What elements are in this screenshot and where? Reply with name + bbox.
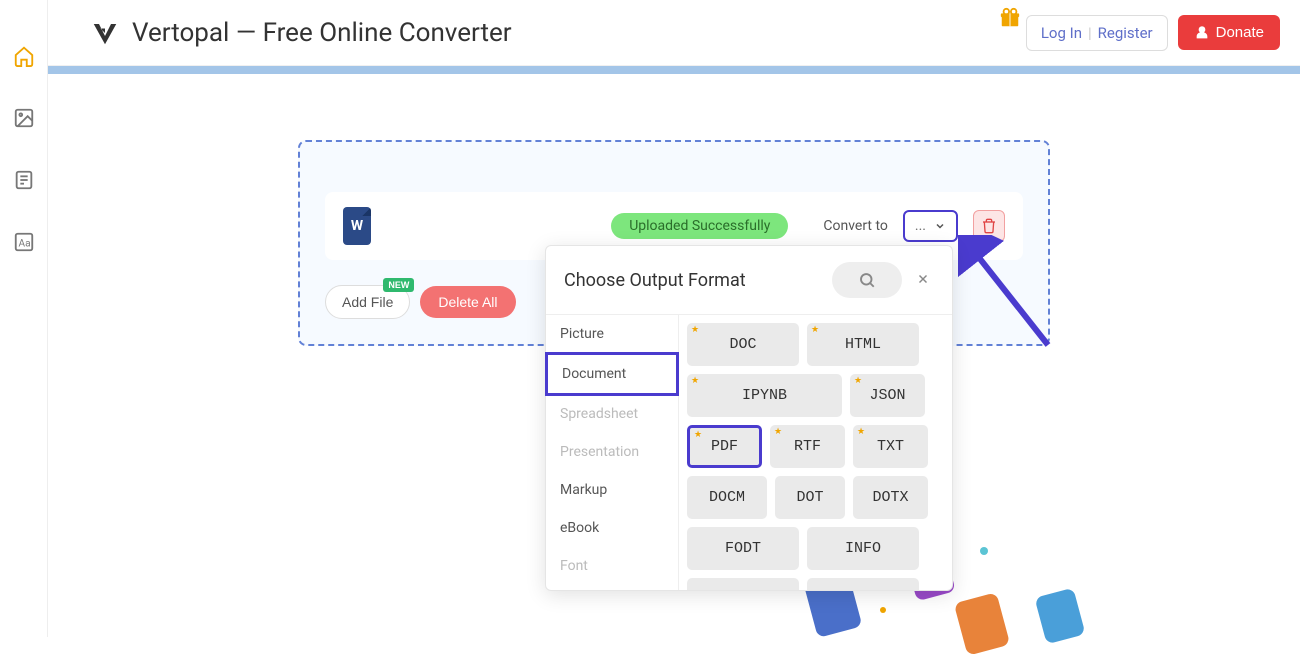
format-dotx[interactable]: DOTX — [853, 476, 928, 519]
format-info[interactable]: INFO — [807, 527, 919, 570]
category-list: Picture Document Spreadsheet Presentatio… — [546, 315, 679, 590]
format-doc[interactable]: DOC — [687, 323, 799, 366]
image-icon[interactable] — [13, 107, 35, 129]
chevron-down-icon — [934, 220, 946, 232]
svg-text:Aa: Aa — [18, 239, 30, 250]
popup-header: Choose Output Format — [546, 246, 952, 314]
donate-icon — [1194, 25, 1210, 41]
top-header: Vertopal — Free Online Converter Log In … — [0, 0, 1300, 66]
category-font[interactable]: Font — [546, 547, 678, 585]
category-markup[interactable]: Markup — [546, 471, 678, 509]
header-right: Log In | Register Donate — [999, 15, 1280, 51]
site-title: Vertopal — Free Online Converter — [132, 18, 512, 48]
document-icon[interactable] — [13, 169, 35, 191]
auth-box: Log In | Register — [1026, 15, 1168, 51]
upload-status: Uploaded Successfully — [611, 213, 788, 239]
home-icon[interactable] — [13, 45, 35, 67]
new-badge: NEW — [383, 278, 414, 292]
format-rtf[interactable]: RTF — [770, 425, 845, 468]
format-txt[interactable]: TXT — [853, 425, 928, 468]
category-spreadsheet[interactable]: Spreadsheet — [546, 395, 678, 433]
register-link[interactable]: Register — [1098, 24, 1153, 42]
format-pdf[interactable]: PDF — [687, 425, 762, 468]
search-icon — [858, 271, 876, 289]
format-json[interactable]: JSON — [850, 374, 925, 417]
logo-icon — [90, 18, 120, 48]
close-icon — [916, 272, 930, 286]
format-ipynb[interactable]: IPYNB — [687, 374, 842, 417]
popup-body: Picture Document Spreadsheet Presentatio… — [546, 314, 952, 590]
sidebar: Aa — [0, 0, 48, 637]
delete-file-button[interactable] — [973, 210, 1005, 242]
category-ebook[interactable]: eBook — [546, 509, 678, 547]
convert-to-label: Convert to — [823, 218, 888, 234]
format-fodt[interactable]: FODT — [687, 527, 799, 570]
blue-strip — [0, 66, 1300, 74]
logo[interactable]: Vertopal — Free Online Converter — [90, 18, 512, 48]
delete-all-button[interactable]: Delete All — [420, 286, 515, 318]
trash-icon — [981, 218, 997, 234]
format-popup: Choose Output Format Picture Document Sp… — [545, 245, 953, 591]
donate-button[interactable]: Donate — [1178, 15, 1280, 50]
word-file-icon: W — [343, 207, 371, 245]
format-html[interactable]: HTML — [807, 323, 919, 366]
popup-title: Choose Output Format — [564, 270, 822, 291]
font-icon[interactable]: Aa — [13, 231, 35, 253]
category-picture[interactable]: Picture — [546, 315, 678, 353]
category-presentation[interactable]: Presentation — [546, 433, 678, 471]
gift-icon — [999, 7, 1021, 34]
category-document[interactable]: Document — [545, 352, 679, 396]
format-json2[interactable]: JSON — [687, 578, 799, 590]
format-csljson[interactable]: CSLJSON — [807, 578, 919, 590]
format-docm[interactable]: DOCM — [687, 476, 767, 519]
search-button[interactable] — [832, 262, 902, 298]
format-dot[interactable]: DOT — [775, 476, 845, 519]
format-selector[interactable]: ... — [903, 210, 958, 242]
format-list[interactable]: DOC HTML IPYNB JSON PDF RTF TXT DOCM DOT… — [679, 315, 952, 590]
close-popup-button[interactable] — [912, 267, 934, 294]
login-link[interactable]: Log In — [1041, 24, 1082, 42]
add-file-button[interactable]: Add File NEW — [325, 285, 410, 319]
